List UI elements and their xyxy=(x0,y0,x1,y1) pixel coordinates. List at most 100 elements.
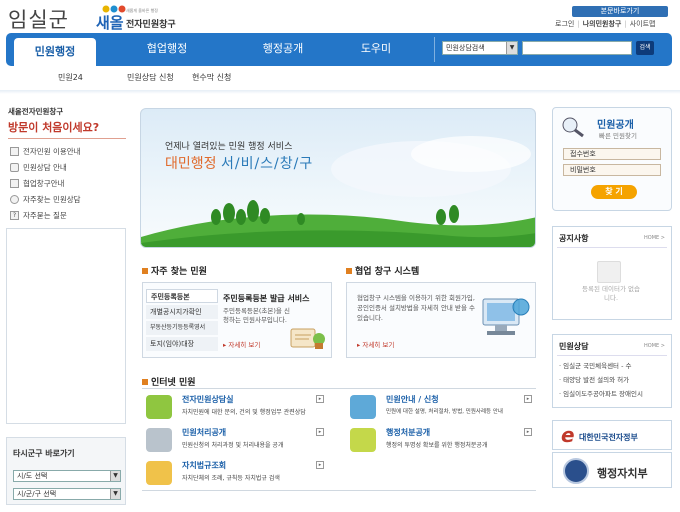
hero-line1: 언제나 열려있는 민원 행정 서비스 xyxy=(165,142,293,152)
frequent-detail-link-text: 자세히 보기 xyxy=(228,341,261,349)
cooperation-panel: 협업창구 시스템을 이용하기 위한 회원가입, 공인인증서 설치방법을 자세히 … xyxy=(346,282,536,358)
frequent-tab[interactable]: 부동산등기등등록영서 xyxy=(146,321,218,335)
subnav-item-consult[interactable]: 민원상담 신청 xyxy=(127,72,174,83)
sidebar-item-label: 민원상담 안내 xyxy=(23,162,67,172)
status-search-panel: 민원공개 빠른 민원찾기 접수번호 비밀번호 찾 기 xyxy=(552,107,672,211)
subnav-item-banner[interactable]: 현수막 신청 xyxy=(192,72,231,83)
consult-item-text: 임실군 국민체육센터 - 수 xyxy=(563,362,632,370)
ministry-banner[interactable]: 행정자치부 xyxy=(552,452,672,488)
tab-civil-admin[interactable]: 민원행정 xyxy=(14,38,96,66)
tab-cooperation[interactable]: 협업행정 xyxy=(126,38,208,62)
computer-illustration xyxy=(477,293,531,343)
chevron-down-icon: ▼ xyxy=(506,42,517,54)
magnifier-icon xyxy=(561,116,585,138)
arrow-right-icon[interactable]: ▸ xyxy=(524,395,532,403)
internet-divider xyxy=(142,388,536,389)
logo-county: 임실군 xyxy=(8,8,69,32)
hero-line2-main: 서/비/스/창/구 xyxy=(220,156,314,172)
consult-panel: 민원상담 HOME > · 임실군 국민체육센터 - 수 · 태양당 발전 설의… xyxy=(552,334,672,408)
law-icon xyxy=(146,461,172,485)
internet-item[interactable]: 자치법규조회 자치단체의 조례, 규칙등 자치법규 검색 ▸ xyxy=(142,459,328,487)
egov-banner[interactable]: e 대한민국전자정부 xyxy=(552,420,672,450)
certificate-illustration xyxy=(289,323,327,351)
frequent-detail-link[interactable]: ▸ 자세히 보기 xyxy=(223,339,260,349)
bullet-icon xyxy=(142,379,148,385)
search-category-select[interactable]: 민원상담검색 ▼ xyxy=(442,41,518,55)
search-input[interactable] xyxy=(522,41,632,55)
question-icon: ? xyxy=(10,210,19,220)
consult-item[interactable]: · 임실이도주공아파트 장애인시 xyxy=(559,388,643,398)
chevron-down-icon: ▼ xyxy=(110,471,120,481)
password-field[interactable]: 비밀번호 xyxy=(563,164,661,176)
logo[interactable]: 임실군 새올 새롭게 올바른 행정 전자민원창구 xyxy=(8,4,188,32)
internet-section-title: 인터넷 민원 xyxy=(142,375,196,388)
province-select[interactable]: 시/도 선택 ▼ xyxy=(13,470,121,482)
chevron-down-icon: ▼ xyxy=(110,489,120,499)
tab-helper[interactable]: 도우미 xyxy=(346,38,406,62)
ministry-seal-icon xyxy=(563,458,589,484)
sidebar-item-label: 전자민원 이용안내 xyxy=(23,146,81,156)
internet-item-title: 행정처분공개 xyxy=(386,428,431,437)
frequent-section-title: 자주 찾는 민원 xyxy=(142,264,207,277)
hero-line2: 대민행정 서/비/스/창/구 xyxy=(165,153,313,173)
logo-brand: 새올 xyxy=(96,14,124,32)
subnav-item-minwon24[interactable]: 민원24 xyxy=(58,72,83,83)
search-category-value: 민원상담검색 xyxy=(446,44,485,52)
bullet-icon xyxy=(346,268,352,274)
consult-more-link[interactable]: HOME > xyxy=(644,343,665,349)
window-icon xyxy=(10,178,19,188)
search-button[interactable]: 검색 xyxy=(636,41,654,55)
sidebar-item[interactable]: 자주찾는 민원상담 xyxy=(10,191,128,207)
utility-links: 로그인 | 나의민원창구 | 사이트맵 xyxy=(555,20,656,28)
internet-item[interactable]: 전자민원상담실 자치민원에 대한 문의, 건의 및 행정업무 관련상담 ▸ xyxy=(142,393,328,421)
guide-icon xyxy=(350,395,376,419)
find-button[interactable]: 찾 기 xyxy=(591,185,637,199)
sidebar-links: 전자민원 이용안내 민원상담 안내 협업창구안내 자주찾는 민원상담 ? 자주묻… xyxy=(10,143,128,223)
sidebar-heading: 방문이 처음이세요? xyxy=(8,121,100,134)
consult-item[interactable]: · 태양당 발전 설의와 허가 xyxy=(559,374,629,384)
province-select-value: 시/도 선택 xyxy=(17,472,48,480)
notice-more-link[interactable]: HOME > xyxy=(644,235,665,241)
city-select-value: 시/군/구 선택 xyxy=(17,490,57,498)
sidebar-item[interactable]: ? 자주묻는 질문 xyxy=(10,207,128,223)
arrow-right-icon[interactable]: ▸ xyxy=(316,395,324,403)
consult-item[interactable]: · 임실군 국민체육센터 - 수 xyxy=(559,360,632,370)
cooperation-link[interactable]: ▸ 자세히 보기 xyxy=(357,339,394,349)
internet-item[interactable]: 민원안내 / 신청 민원에 대한 설명, 처리절차, 방법, 민원사례등 안내 … xyxy=(346,393,536,421)
internet-item-desc: 자치단체의 조례, 규칙등 자치법규 검색 xyxy=(182,475,280,482)
arrow-right-icon[interactable]: ▸ xyxy=(316,461,324,469)
internet-item-title: 자치법규조회 xyxy=(182,461,227,470)
tab-label: 행정공개 xyxy=(262,42,304,55)
consult-item-text: 임실이도주공아파트 장애인시 xyxy=(563,390,643,398)
internet-item[interactable]: 행정처분공개 행정의 투명성 확보를 위한 행정처분공개 ▸ xyxy=(346,426,536,454)
sidebar-item-label: 협업창구안내 xyxy=(23,178,65,188)
tab-label: 민원행정 xyxy=(34,45,76,58)
skip-to-content-button[interactable]: 본문바로가기 xyxy=(572,6,668,17)
frequent-tab[interactable]: 주민등록등본 xyxy=(146,289,218,303)
sidebar-item[interactable]: 전자민원 이용안내 xyxy=(10,143,128,159)
arrow-right-icon[interactable]: ▸ xyxy=(316,428,324,436)
internet-item[interactable]: 민원처리공개 민원신청의 처리과정 및 처리내용을 공개 ▸ xyxy=(142,426,328,454)
receipt-number-field[interactable]: 접수번호 xyxy=(563,148,661,160)
frequent-tab[interactable]: 토지(임야)대장 xyxy=(146,337,218,351)
my-page-link[interactable]: 나의민원창구 xyxy=(583,20,622,28)
frequent-detail-desc: 주민등록등본(초본)을 신청하는 민원사무입니다. xyxy=(223,307,290,324)
arrow-right-icon[interactable]: ▸ xyxy=(524,428,532,436)
sidebar-item[interactable]: 민원상담 안내 xyxy=(10,159,128,175)
password-label: 비밀번호 xyxy=(570,166,596,174)
internet-item-desc: 민원에 대한 설명, 처리절차, 방법, 민원사례등 안내 xyxy=(386,409,503,415)
main-nav: 민원행정 협업행정 행정공개 도우미 민원상담검색 ▼ 검색 xyxy=(6,33,672,66)
process-icon xyxy=(146,428,172,452)
hero-banner: 언제나 열려있는 민원 행정 서비스 대민행정 서/비/스/창/구 xyxy=(140,108,536,248)
login-link[interactable]: 로그인 xyxy=(555,20,574,28)
city-select[interactable]: 시/군/구 선택 ▼ xyxy=(13,488,121,500)
frequent-detail-title: 주민등록등본 발급 서비스 xyxy=(223,294,310,303)
frequent-tab[interactable]: 개별공시지가확인 xyxy=(146,305,218,319)
sidebar-item[interactable]: 협업창구안내 xyxy=(10,175,128,191)
internet-item-title: 민원처리공개 xyxy=(182,428,227,437)
sitemap-link[interactable]: 사이트맵 xyxy=(630,20,656,28)
sidebar-item-label: 자주찾는 민원상담 xyxy=(23,194,81,204)
region-title: 타시군구 바로가기 xyxy=(13,449,75,458)
notice-panel: 공지사항 HOME > 등록된 데이터가 없습니다. xyxy=(552,226,672,320)
tab-disclosure[interactable]: 행정공개 xyxy=(242,38,324,62)
